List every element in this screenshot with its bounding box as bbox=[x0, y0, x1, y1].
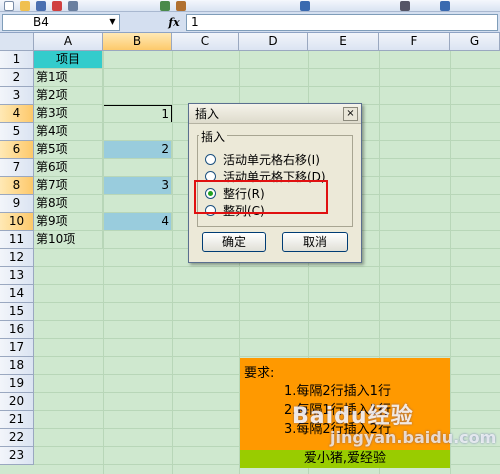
column-header-a[interactable]: A bbox=[34, 33, 103, 51]
undo-icon[interactable] bbox=[300, 1, 310, 11]
row-header-12[interactable]: 12 bbox=[0, 249, 34, 267]
row-header-4[interactable]: 4 bbox=[0, 105, 34, 123]
row-header-17[interactable]: 17 bbox=[0, 339, 34, 357]
row-header-11[interactable]: 11 bbox=[0, 231, 34, 249]
row-header-10[interactable]: 10 bbox=[0, 213, 34, 231]
row-header-13[interactable]: 13 bbox=[0, 267, 34, 285]
close-icon[interactable]: × bbox=[343, 107, 358, 121]
requirements-heading: 要求: bbox=[244, 366, 275, 381]
annotation-highlight bbox=[194, 180, 328, 214]
row-header-9[interactable]: 9 bbox=[0, 195, 34, 213]
row-header-16[interactable]: 16 bbox=[0, 321, 34, 339]
research-icon[interactable] bbox=[176, 1, 186, 11]
column-header-c[interactable]: C bbox=[172, 33, 239, 51]
row-header-15[interactable]: 15 bbox=[0, 303, 34, 321]
watermark-url: jingyan.baidu.com bbox=[330, 428, 497, 447]
column-header-g[interactable]: G bbox=[450, 33, 500, 51]
open-icon[interactable] bbox=[20, 1, 30, 11]
baidu-watermark: Baidu经验 bbox=[292, 404, 414, 429]
row-header-20[interactable]: 20 bbox=[0, 393, 34, 411]
row-header-8[interactable]: 8 bbox=[0, 177, 34, 195]
row-header-6[interactable]: 6 bbox=[0, 141, 34, 159]
fx-icon[interactable]: fx bbox=[166, 15, 182, 30]
spelling-icon[interactable] bbox=[160, 1, 170, 11]
row-header-7[interactable]: 7 bbox=[0, 159, 34, 177]
formula-bar: B4 ▼ fx 1 bbox=[0, 12, 500, 33]
row-header-3[interactable]: 3 bbox=[0, 87, 34, 105]
toolbar bbox=[0, 0, 500, 12]
row-header-22[interactable]: 22 bbox=[0, 429, 34, 447]
sum-icon[interactable] bbox=[400, 1, 410, 11]
select-all-corner[interactable] bbox=[0, 33, 34, 51]
row-header-21[interactable]: 21 bbox=[0, 411, 34, 429]
column-header-d[interactable]: D bbox=[239, 33, 308, 51]
row-header-18[interactable]: 18 bbox=[0, 357, 34, 375]
footer-slogan[interactable]: 爱小猪,爱经验 bbox=[240, 450, 450, 468]
sort-icon[interactable] bbox=[440, 1, 450, 11]
radio-icon[interactable] bbox=[205, 154, 216, 165]
row-header-23[interactable]: 23 bbox=[0, 447, 34, 465]
row-header-1[interactable]: 1 bbox=[0, 51, 34, 69]
column-header-f[interactable]: F bbox=[379, 33, 450, 51]
row-header-19[interactable]: 19 bbox=[0, 375, 34, 393]
row-header-2[interactable]: 2 bbox=[0, 69, 34, 87]
print-icon[interactable] bbox=[68, 1, 78, 11]
row-header-5[interactable]: 5 bbox=[0, 123, 34, 141]
chevron-down-icon[interactable]: ▼ bbox=[106, 14, 119, 29]
column-header-b[interactable]: B bbox=[103, 33, 172, 51]
group-label: 插入 bbox=[199, 128, 228, 145]
permission-icon[interactable] bbox=[52, 1, 62, 11]
name-box[interactable]: B4 bbox=[2, 14, 120, 31]
column-header-e[interactable]: E bbox=[308, 33, 379, 51]
new-icon[interactable] bbox=[4, 1, 14, 11]
ok-button[interactable]: 确定 bbox=[202, 232, 266, 252]
dialog-title: 插入 bbox=[189, 104, 361, 124]
formula-input[interactable]: 1 bbox=[186, 14, 498, 31]
cancel-button[interactable]: 取消 bbox=[282, 232, 348, 252]
save-icon[interactable] bbox=[36, 1, 46, 11]
requirement-item-1: 1.每隔2行插入1行 bbox=[284, 384, 391, 399]
row-header-14[interactable]: 14 bbox=[0, 285, 34, 303]
